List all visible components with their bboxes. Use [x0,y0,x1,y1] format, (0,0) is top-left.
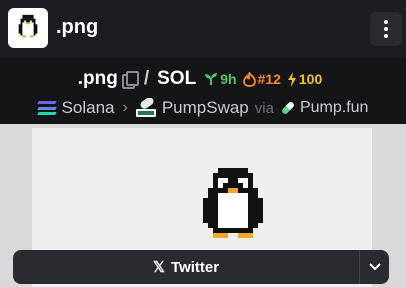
age-badge: 9h [204,71,237,87]
pumpswap-icon [135,98,156,117]
pair-separator: / [143,68,150,89]
x-logo-icon: 𝕏 [152,259,166,276]
twitter-button[interactable]: 𝕏 Twitter [13,250,359,284]
token-logo [8,8,48,48]
penguin-icon [18,14,38,38]
menu-button[interactable] [370,12,402,46]
pair-base-symbol: .png [77,68,118,89]
top-bar: .png [0,0,406,58]
dex-link[interactable]: PumpSwap [162,98,249,118]
lightning-icon [287,71,296,87]
twitter-label: Twitter [171,258,220,276]
more-links-dropdown[interactable] [359,250,389,284]
copy-icon[interactable] [121,71,139,89]
seedling-icon [205,73,218,85]
chain-link[interactable]: Solana [62,98,115,118]
token-title: .png [56,16,99,38]
pill-icon [282,102,294,114]
social-links-bar: 𝕏 Twitter [13,250,389,284]
chevron-down-icon [368,263,381,271]
flame-icon [242,71,256,87]
kebab-menu-icon [384,20,388,24]
boost-badge: 100 [287,71,322,87]
penguin-illustration [203,168,263,238]
chain-row: Solana › PumpSwap via Pump.fun [0,94,406,122]
chevron-right-icon: › [122,99,128,116]
via-label: via [254,99,274,117]
pair-quote-symbol: SOL [157,68,197,89]
launchpad-link[interactable]: Pump.fun [300,99,368,117]
solana-icon [36,101,57,115]
pair-row: .png / SOL 9h #12 100 [0,64,406,94]
trending-rank-badge: #12 [242,71,281,87]
